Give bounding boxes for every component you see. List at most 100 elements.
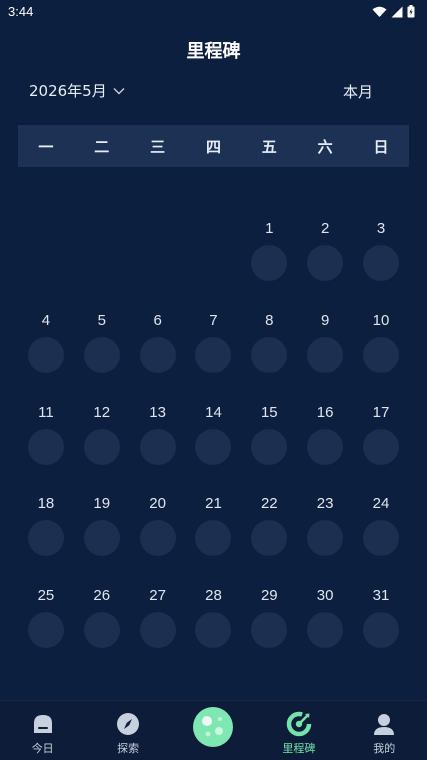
day-milestone-dot: [83, 612, 120, 649]
day-number: 28: [205, 587, 222, 605]
day-number: 8: [265, 311, 274, 329]
weekday-header: 一 二 三 四 五 六 日: [18, 125, 409, 167]
day-milestone-dot: [307, 520, 344, 557]
day-cell[interactable]: 20: [130, 485, 186, 577]
day-cell[interactable]: 4: [18, 302, 74, 394]
day-milestone-dot: [27, 520, 64, 557]
day-number: 4: [41, 311, 51, 329]
page-title: 里程碑: [186, 41, 241, 62]
day-cell[interactable]: 28: [186, 577, 242, 669]
chevron-down-icon: [113, 87, 125, 94]
day-cell[interactable]: 23: [297, 485, 353, 577]
day-milestone-dot: [251, 245, 288, 281]
day-cell[interactable]: 6: [130, 302, 186, 394]
day-cell[interactable]: 24: [353, 485, 409, 577]
empty-day-cell: [74, 210, 130, 302]
day-number: 24: [372, 495, 390, 513]
day-milestone-dot: [83, 428, 120, 465]
day-milestone-dot: [83, 336, 120, 373]
week-row: 25 26 27 28 29 30 31: [18, 577, 409, 669]
day-milestone-dot: [195, 612, 232, 649]
day-cell[interactable]: 8: [241, 302, 297, 394]
day-milestone-dot: [307, 245, 344, 281]
day-cell[interactable]: 13: [130, 394, 186, 486]
week-row: 4 5 6 7 8 9 10: [18, 302, 409, 394]
empty-day-cell: [18, 210, 74, 302]
month-picker[interactable]: 2026年5月: [29, 80, 125, 101]
day-cell[interactable]: 18: [18, 485, 74, 577]
day-number: 5: [97, 311, 106, 329]
day-cell[interactable]: 19: [74, 485, 130, 577]
compass-icon: [116, 711, 140, 737]
day-cell[interactable]: 9: [297, 302, 353, 394]
nav-label: 探索: [117, 742, 140, 755]
day-cell[interactable]: 17: [353, 394, 409, 486]
day-cell[interactable]: 15: [241, 394, 297, 486]
day-cell[interactable]: 25: [18, 577, 74, 669]
day-cell[interactable]: 16: [297, 394, 353, 486]
day-cell[interactable]: 12: [74, 394, 130, 486]
day-number: 12: [93, 403, 111, 421]
day-number: 23: [316, 495, 334, 513]
calendar-grid: 1 2 3 4 5 6 7 8 9 10 11 12 13 14 15 16 17 18 19 20 21 22 23 24 2…: [18, 210, 409, 669]
empty-day-cell: [130, 210, 186, 302]
day-number: 20: [149, 495, 166, 513]
nav-item-today[interactable]: 今日: [0, 701, 85, 760]
nav-item-me[interactable]: 我的: [342, 701, 427, 760]
day-cell[interactable]: 27: [130, 577, 186, 669]
status-icons: [372, 5, 415, 18]
day-milestone-dot: [27, 428, 64, 465]
nav-label: 我的: [373, 742, 396, 755]
day-number: 7: [209, 311, 218, 329]
nav-item-center[interactable]: [171, 701, 256, 760]
weekday-label: 三: [150, 137, 166, 156]
day-cell[interactable]: 7: [186, 302, 242, 394]
week-row: 18 19 20 21 22 23 24: [18, 485, 409, 577]
weekday-label: 五: [261, 137, 277, 156]
day-cell[interactable]: 30: [297, 577, 353, 669]
day-cell[interactable]: 1: [241, 210, 297, 302]
day-number: 14: [205, 403, 222, 421]
status-bar: 3:44: [0, 0, 427, 24]
day-cell[interactable]: 5: [74, 302, 130, 394]
day-milestone-dot: [27, 612, 64, 649]
day-number: 3: [376, 220, 386, 237]
status-time: 3:44: [8, 4, 34, 19]
day-number: 18: [37, 495, 55, 513]
weekday-label: 二: [94, 137, 110, 156]
day-cell[interactable]: 14: [186, 394, 242, 486]
day-cell[interactable]: 26: [74, 577, 130, 669]
day-cell[interactable]: 29: [241, 577, 297, 669]
day-number: 19: [93, 495, 111, 513]
day-cell[interactable]: 10: [353, 302, 409, 394]
day-milestone-dot: [139, 428, 176, 465]
day-milestone-dot: [27, 336, 64, 373]
day-number: 30: [316, 587, 334, 605]
weekday-label: 一: [38, 137, 54, 156]
this-month-button[interactable]: 本月: [343, 81, 373, 102]
day-milestone-dot: [362, 428, 399, 465]
nav-item-explore[interactable]: 探索: [85, 701, 170, 760]
day-cell[interactable]: 2: [297, 210, 353, 302]
nav-item-milestone[interactable]: 里程碑: [256, 701, 341, 760]
week-row: 1 2 3: [18, 210, 409, 302]
day-number: 29: [260, 587, 278, 605]
day-number: 27: [149, 587, 166, 605]
day-cell[interactable]: 31: [353, 577, 409, 669]
day-cell[interactable]: 11: [18, 394, 74, 486]
day-cell[interactable]: 21: [186, 485, 242, 577]
day-milestone-dot: [307, 336, 344, 373]
week-row: 11 12 13 14 15 16 17: [18, 394, 409, 486]
weekday-label: 日: [373, 137, 389, 156]
battery-icon: [407, 5, 415, 18]
day-milestone-dot: [362, 336, 399, 373]
day-cell[interactable]: 22: [241, 485, 297, 577]
day-milestone-dot: [139, 612, 176, 649]
day-milestone-dot: [139, 336, 176, 373]
home-icon: [31, 711, 55, 737]
day-number: 13: [149, 403, 166, 421]
day-cell[interactable]: 3: [353, 210, 409, 302]
day-number: 16: [316, 403, 334, 421]
day-milestone-dot: [139, 520, 176, 557]
day-milestone-dot: [251, 612, 288, 649]
